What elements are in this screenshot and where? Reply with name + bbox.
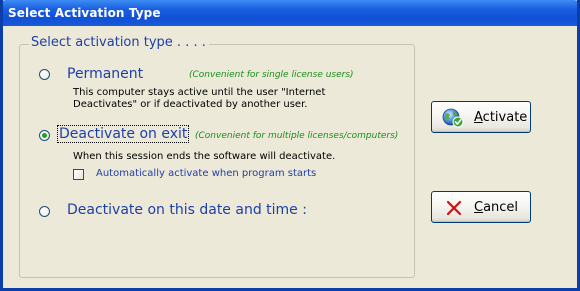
globe-check-icon xyxy=(442,108,464,128)
title-bar[interactable]: Select Activation Type xyxy=(3,0,577,26)
activate-label-rest: ctivate xyxy=(482,110,528,125)
deactivate-on-exit-hint: (Convenient for multiple licenses/comput… xyxy=(195,131,399,141)
radio-selected-dot xyxy=(42,133,47,138)
auto-activate-label[interactable]: Automatically activate when program star… xyxy=(96,168,316,179)
radio-deactivate-on-exit[interactable] xyxy=(39,130,50,141)
radio-deactivate-on-exit-label[interactable]: Deactivate on exit xyxy=(56,125,190,143)
permanent-hint: (Convenient for single license users) xyxy=(189,70,354,80)
deactivate-on-exit-desc: When this session ends the software will… xyxy=(73,151,336,162)
radio-deactivate-on-date[interactable] xyxy=(39,206,50,217)
radio-permanent[interactable] xyxy=(39,69,50,80)
radio-deactivate-on-date-label[interactable]: Deactivate on this date and time : xyxy=(67,202,307,218)
group-legend: Select activation type . . . . xyxy=(29,35,209,50)
cancel-button[interactable]: Cancel xyxy=(431,191,531,223)
permanent-desc-line2: Deactivates" or if deactivated by anothe… xyxy=(73,99,308,110)
activate-button[interactable]: Activate xyxy=(431,101,531,133)
activate-button-label: Activate xyxy=(474,110,527,125)
cancel-button-label: Cancel xyxy=(474,200,518,215)
cancel-mnemonic: C xyxy=(474,200,484,215)
radio-permanent-label[interactable]: Permanent xyxy=(67,66,143,82)
window-title: Select Activation Type xyxy=(8,6,161,20)
red-x-icon xyxy=(446,200,462,216)
cancel-label-rest: ancel xyxy=(483,200,519,215)
auto-activate-checkbox[interactable] xyxy=(73,169,84,180)
permanent-desc-line1: This computer stays active until the use… xyxy=(73,87,326,98)
activate-mnemonic: A xyxy=(474,110,483,125)
activation-dialog: Select Activation Type Select activation… xyxy=(0,0,580,291)
